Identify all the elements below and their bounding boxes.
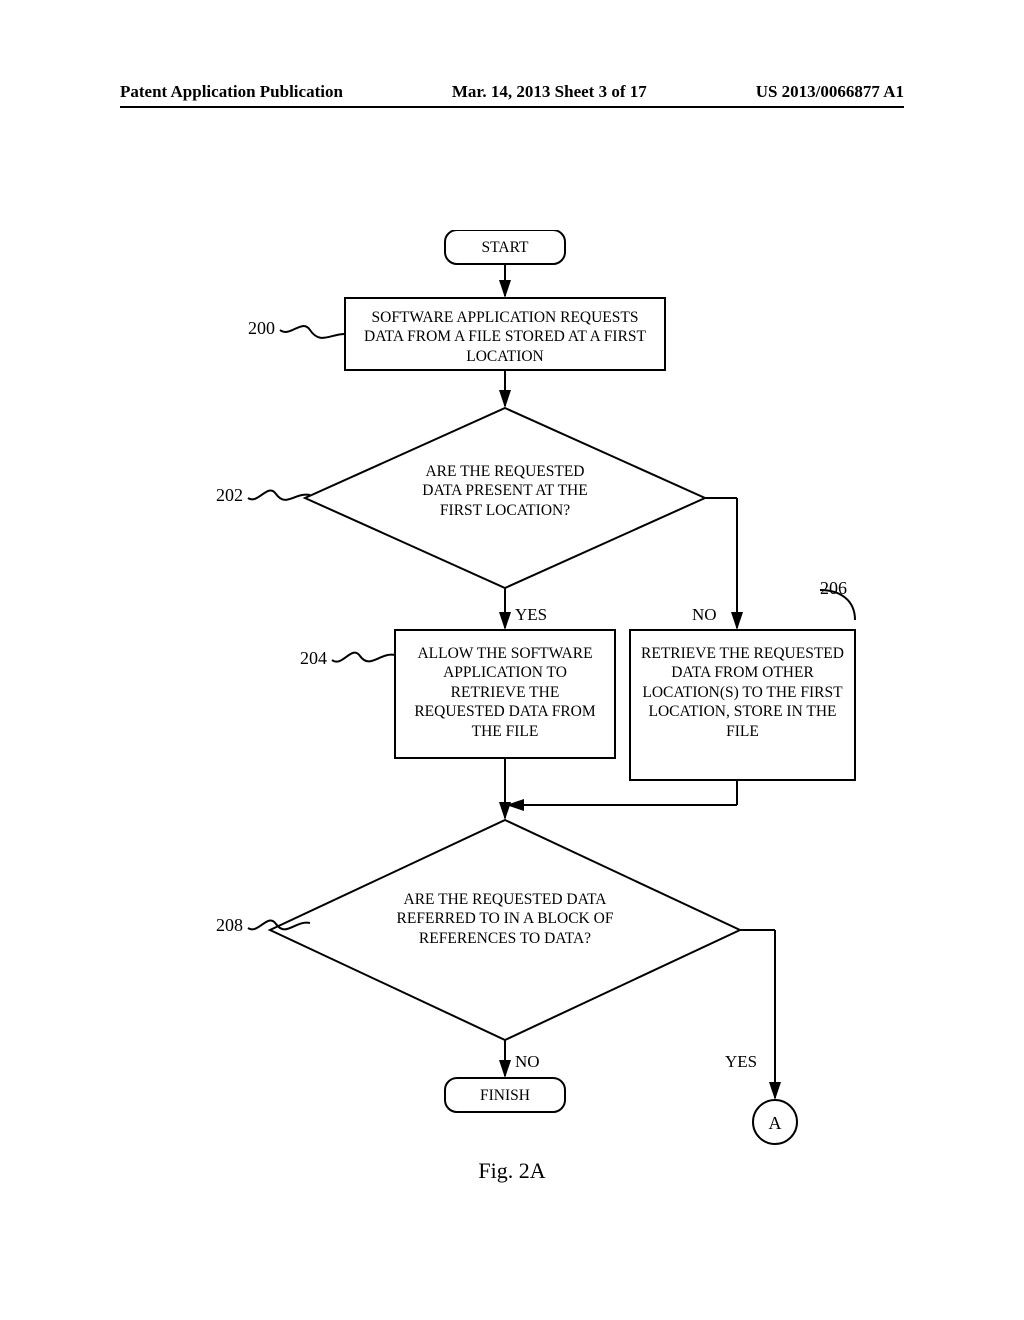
header-center: Mar. 14, 2013 Sheet 3 of 17 — [452, 82, 647, 102]
figure-caption: Fig. 2A — [120, 1158, 904, 1184]
ref-204: 204 — [300, 648, 327, 669]
page-header: Patent Application Publication Mar. 14, … — [120, 82, 904, 108]
edge-yes-1: YES — [515, 605, 547, 625]
ref-200: 200 — [248, 318, 275, 339]
header-right: US 2013/0066877 A1 — [756, 82, 904, 102]
ref-202: 202 — [216, 485, 243, 506]
edge-no-2: NO — [515, 1052, 540, 1072]
flowchart: START SOFTWARE APPLICATION REQUESTS DATA… — [120, 230, 904, 1200]
header-left: Patent Application Publication — [120, 82, 343, 102]
flowchart-svg — [120, 230, 904, 1200]
edge-yes-2: YES — [725, 1052, 757, 1072]
edge-no-1: NO — [692, 605, 717, 625]
ref-208: 208 — [216, 915, 243, 936]
ref-206: 206 — [820, 578, 847, 599]
